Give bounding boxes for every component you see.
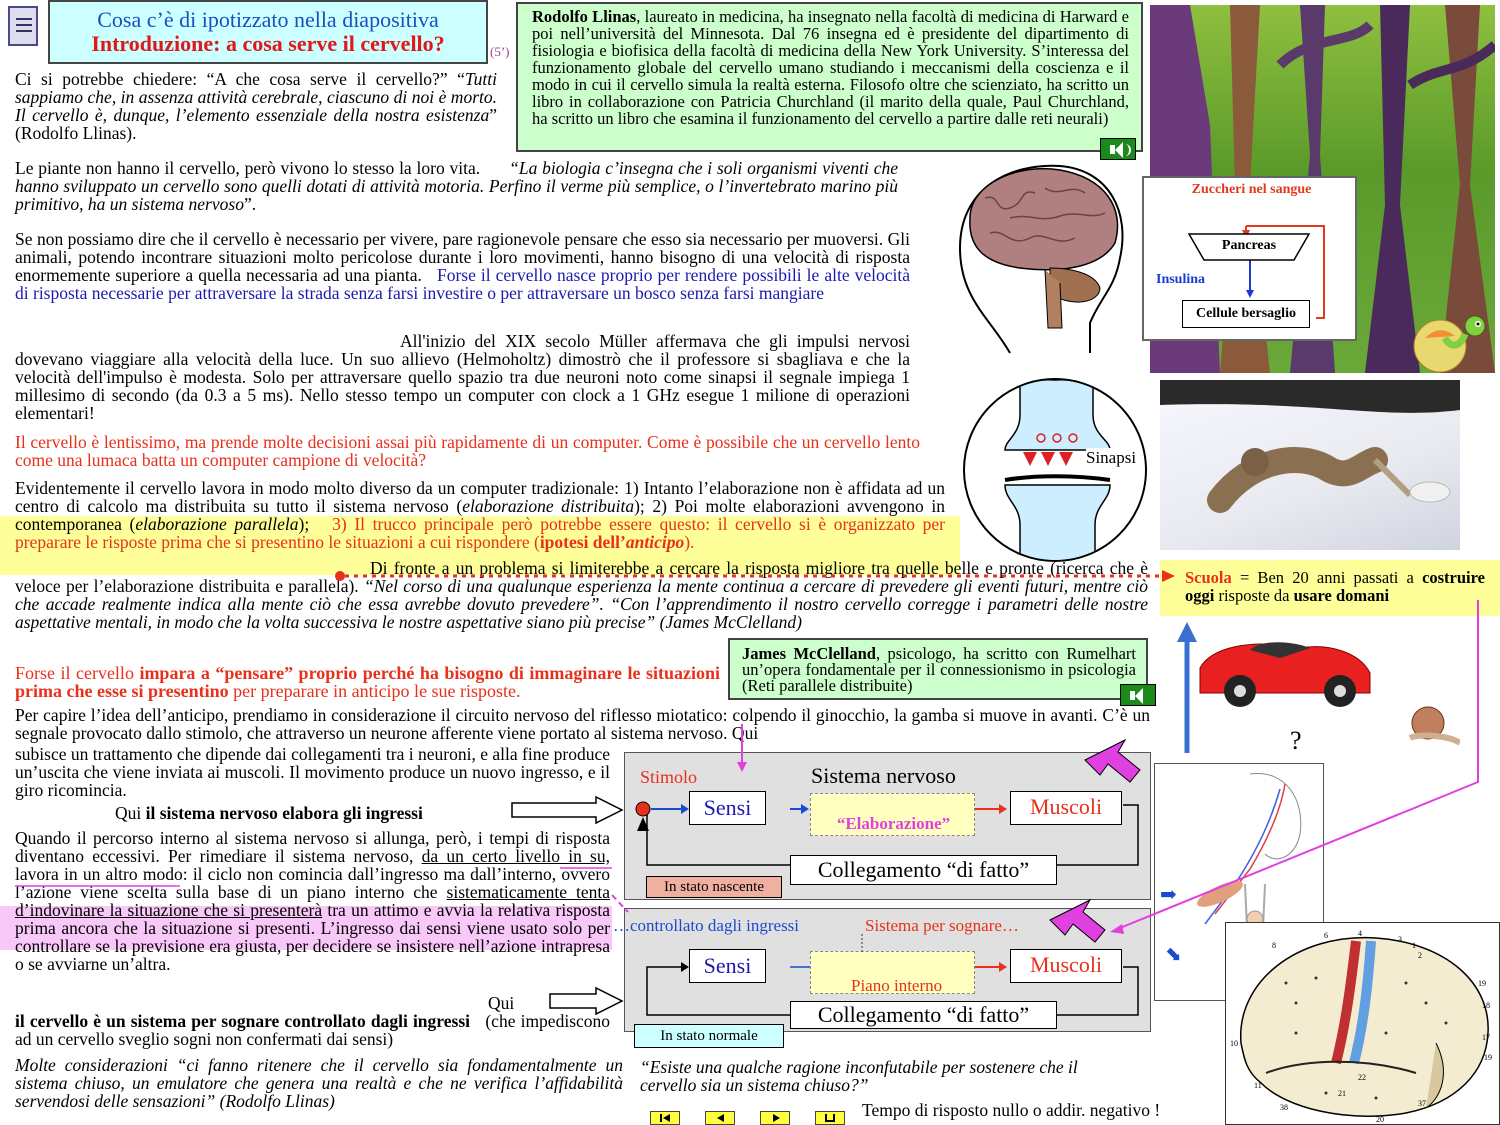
magenta-big-arrow-1 [1084,738,1141,783]
magenta-big-arrow-2 [1049,898,1106,943]
scuola-connector [1119,600,1479,929]
white-arrow-2 [549,986,624,1016]
anticipo-dot [335,571,345,581]
connector-overlay [15,570,1479,1016]
white-arrow-1 [511,795,624,825]
